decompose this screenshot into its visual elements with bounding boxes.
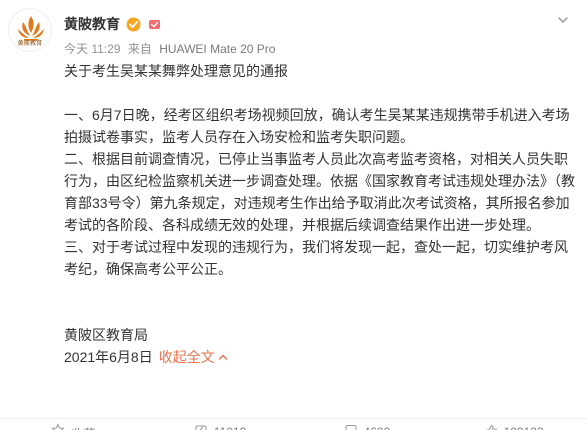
share-icon: [195, 425, 207, 430]
avatar[interactable]: 黄陂教育: [8, 8, 52, 52]
favorite-label: 收藏: [71, 425, 95, 430]
member-badge-icon[interactable]: [147, 17, 162, 32]
collapse-button[interactable]: 收起全文: [159, 346, 229, 368]
comment-button[interactable]: 4602: [294, 419, 441, 430]
post-meta: 今天 11:29 来自 HUAWEI Mate 20 Pro: [64, 40, 279, 57]
chevron-down-icon[interactable]: [557, 13, 569, 25]
star-icon: [51, 423, 65, 430]
collapse-label: 收起全文: [158, 349, 215, 365]
weibo-post-card: 黄陂教育 黄陂教育 今天 11:29 来自 HUAWEI Mate 20 Pro…: [0, 0, 587, 430]
action-bar: 收藏 11019 4602 109133: [0, 418, 587, 430]
source-prefix: 来自: [127, 42, 152, 56]
post-paragraph-3: 三、对于考试过程中发现的违规行为，我们将发现一起，查处一起，切实维护考风考纪，确…: [64, 239, 568, 277]
share-button[interactable]: 11019: [147, 419, 294, 430]
post-time[interactable]: 今天 11:29: [64, 42, 120, 56]
post-content: 关于考生吴某某舞弊处理意见的通报 一、6月7日晚，经考区组织考场视频回放，确认考…: [64, 60, 577, 368]
verified-badge-icon[interactable]: [126, 17, 141, 32]
avatar-caption: 黄陂教育: [17, 40, 43, 47]
chevron-up-icon: [218, 354, 227, 360]
name-row: 黄陂教育: [64, 14, 162, 34]
post-signature: 黄陂区教育局: [64, 327, 148, 343]
account-name[interactable]: 黄陂教育: [64, 14, 120, 34]
like-count: 109133: [504, 425, 544, 430]
like-icon: [486, 424, 497, 430]
post-paragraph-2: 二、根据目前调查情况，已停止当事监考人员此次高考监考资格，对相关人员失职行为，由…: [64, 151, 575, 233]
like-button[interactable]: 109133: [440, 419, 587, 430]
share-count: 11019: [214, 425, 246, 430]
post-title: 关于考生吴某某舞弊处理意见的通报: [64, 63, 288, 79]
post-paragraph-1: 一、6月7日晚，经考区组织考场视频回放，确认考生吴某某违规携带手机进入考场拍摄试…: [64, 107, 570, 145]
post-source-device[interactable]: HUAWEI Mate 20 Pro: [159, 42, 275, 56]
comment-icon: [345, 425, 357, 430]
comment-count: 4602: [364, 425, 391, 430]
post-date: 2021年6月8日: [64, 349, 153, 365]
favorite-button[interactable]: 收藏: [0, 419, 147, 430]
date-row: 2021年6月8日 收起全文: [64, 346, 577, 368]
